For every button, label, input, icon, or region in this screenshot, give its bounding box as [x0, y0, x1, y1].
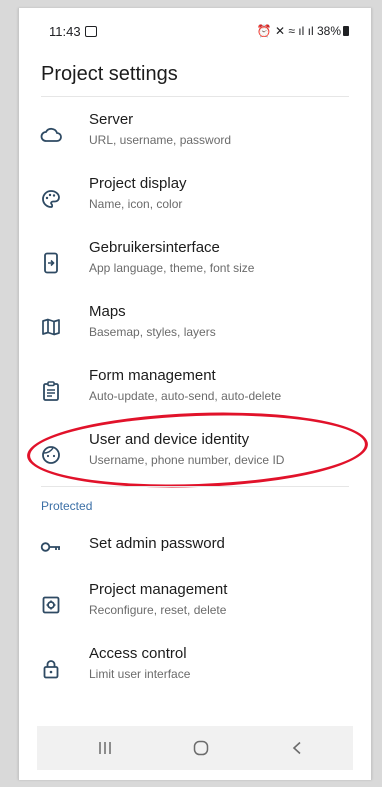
item-subtitle: Name, icon, color: [89, 197, 183, 211]
settings-item-form-management[interactable]: Form management Auto-update, auto-send, …: [19, 367, 371, 429]
item-label: Project display: [89, 175, 187, 192]
clipboard-icon: [39, 379, 63, 403]
palette-icon: [39, 187, 63, 211]
mute-icon: ✕: [274, 24, 285, 38]
settings-item-project-display[interactable]: Project display Name, icon, color: [19, 175, 371, 237]
battery-icon: [343, 26, 349, 36]
status-bar: 11:43 ⏰ ✕ ≈ ıl ıl 38%: [19, 22, 371, 46]
face-icon: [39, 443, 63, 467]
notification-icon: [84, 26, 97, 37]
settings-item-maps[interactable]: Maps Basemap, styles, layers: [19, 303, 371, 365]
item-label: Project management: [89, 581, 228, 598]
wifi-icon: ≈: [288, 24, 295, 38]
phone-interface-icon: [39, 251, 63, 275]
settings-item-project-management[interactable]: Project management Reconfigure, reset, d…: [19, 581, 371, 643]
item-label: Set admin password: [89, 535, 225, 552]
item-label: Gebruikersinterface: [89, 239, 220, 256]
settings-item-access-control[interactable]: Access control Limit user interface: [19, 645, 371, 707]
settings-item-gebruikersinterface[interactable]: Gebruikersinterface App language, theme,…: [19, 239, 371, 301]
item-label: Access control: [89, 645, 187, 662]
item-subtitle: Username, phone number, device ID: [89, 453, 285, 467]
item-label: Form management: [89, 367, 216, 384]
section-header-protected: Protected: [41, 499, 93, 513]
divider: [41, 96, 349, 97]
key-icon: [39, 535, 63, 559]
settings-item-server[interactable]: Server URL, username, password: [19, 111, 371, 173]
item-label: User and device identity: [89, 431, 250, 448]
battery-level: 38%: [316, 24, 341, 38]
signal-icon: ıl ıl: [298, 24, 314, 38]
item-subtitle: URL, username, password: [89, 133, 232, 147]
settings-box-icon: [39, 593, 63, 617]
item-label: Maps: [89, 303, 126, 320]
phone-screen: 11:43 ⏰ ✕ ≈ ıl ıl 38% Project settings S…: [18, 8, 372, 780]
status-time: 11:43: [49, 24, 97, 39]
item-subtitle: Auto-update, auto-send, auto-delete: [89, 389, 282, 403]
alarm-icon: ⏰: [256, 24, 272, 38]
item-subtitle: Limit user interface: [89, 667, 191, 681]
item-label: Server: [89, 111, 134, 128]
home-button[interactable]: [189, 738, 213, 758]
recent-apps-button[interactable]: [93, 738, 117, 758]
lock-icon: [39, 657, 63, 681]
item-subtitle: Basemap, styles, layers: [89, 325, 216, 339]
divider: [41, 486, 349, 487]
status-right: ⏰ ✕ ≈ ıl ıl 38%: [257, 24, 349, 38]
page-title: Project settings: [41, 63, 178, 85]
map-icon: [39, 315, 63, 339]
item-subtitle: App language, theme, font size: [89, 261, 255, 275]
navigation-bar: [37, 726, 353, 770]
back-button[interactable]: [285, 738, 309, 758]
cloud-icon: [39, 123, 63, 147]
settings-item-user-device-identity[interactable]: User and device identity Username, phone…: [19, 431, 371, 493]
item-subtitle: Reconfigure, reset, delete: [89, 603, 227, 617]
